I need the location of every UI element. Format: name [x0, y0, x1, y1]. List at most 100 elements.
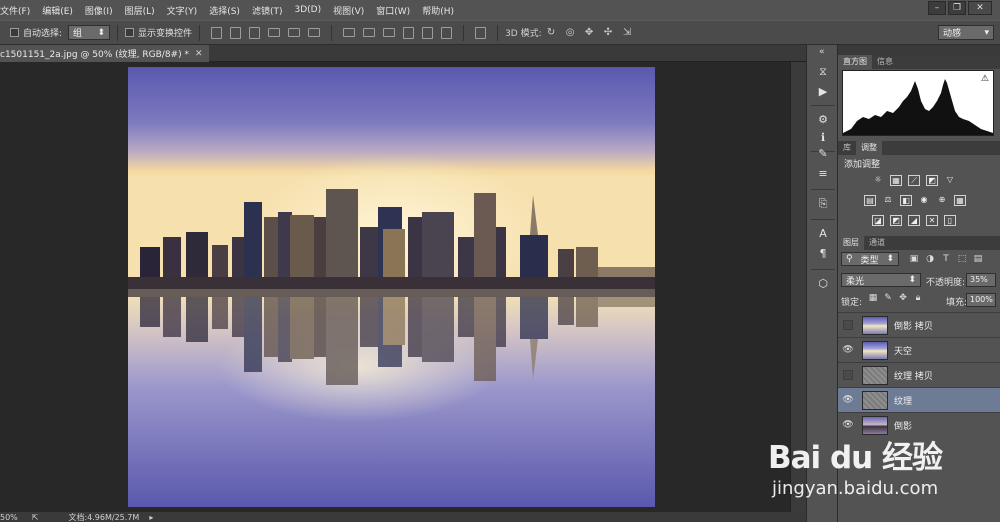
menu-edit[interactable]: 编辑(E)	[36, 4, 79, 17]
menu-select[interactable]: 选择(S)	[203, 4, 246, 17]
close-icon[interactable]: ✕	[968, 1, 992, 15]
levels-icon[interactable]: ▦	[890, 175, 902, 186]
zoom-level[interactable]: 50%	[0, 513, 18, 522]
rotate-3d-icon[interactable]: ↻	[545, 27, 558, 39]
brush-icon[interactable]: ✎	[883, 293, 893, 304]
layer-row[interactable]: 倒影 拷贝	[838, 312, 1000, 337]
drag-3d-icon[interactable]: ✥	[583, 27, 596, 39]
align-bottom-icon[interactable]	[249, 26, 261, 39]
tab-libraries[interactable]: 库	[838, 141, 856, 155]
auto-align-icon[interactable]	[475, 26, 487, 39]
align-vcenter-icon[interactable]	[230, 26, 242, 39]
tab-adjustments[interactable]: 调整	[856, 141, 882, 155]
collapse-icon[interactable]: «	[819, 47, 825, 57]
align-left-icon[interactable]	[268, 28, 281, 37]
brightness-icon[interactable]: ☼	[872, 175, 884, 186]
distribute-left-icon[interactable]	[403, 26, 415, 39]
history-icon[interactable]: ⧖	[815, 65, 831, 79]
tab-layers[interactable]: 图层	[838, 236, 864, 250]
invert-icon[interactable]: ◪	[872, 215, 884, 226]
visibility-toggle[interactable]: 👁︎	[838, 395, 858, 405]
auto-select-dropdown[interactable]: 组 ⬍	[68, 25, 111, 40]
image-filter-icon[interactable]: ▣	[908, 253, 920, 265]
slide-3d-icon[interactable]: ✣	[602, 27, 615, 39]
document-canvas[interactable]	[128, 67, 655, 507]
distribute-right-icon[interactable]	[441, 26, 453, 39]
curves-icon[interactable]: ⟋	[908, 175, 920, 186]
selective-color-icon[interactable]: ✕	[926, 215, 938, 226]
distribute-hcenter-icon[interactable]	[422, 26, 434, 39]
chevron-right-icon[interactable]: ▸	[149, 513, 153, 522]
paragraph-icon[interactable]: ¶	[815, 247, 831, 261]
scale-3d-icon[interactable]: ⇲	[621, 27, 634, 39]
warning-icon[interactable]: ⚠	[981, 74, 989, 84]
channel-mixer-icon[interactable]: ⊕	[936, 195, 948, 206]
posterize-icon[interactable]: ◩	[890, 215, 902, 226]
menu-3d[interactable]: 3D(D)	[288, 5, 327, 15]
black-white-icon[interactable]: ◧	[900, 195, 912, 206]
photo-filter-icon[interactable]: ◉	[918, 195, 930, 206]
color-lookup-icon[interactable]: ▦	[954, 195, 966, 206]
menu-type[interactable]: 文字(Y)	[161, 4, 204, 17]
layer-row[interactable]: 👁︎ 天空	[838, 337, 1000, 362]
align-right-icon[interactable]	[308, 28, 321, 37]
minimize-icon[interactable]: –	[928, 1, 946, 15]
layer-row[interactable]: 纹理 拷贝	[838, 362, 1000, 387]
menu-filter[interactable]: 滤镜(T)	[246, 4, 289, 17]
blend-mode-dropdown[interactable]: 柔光 ⬍	[841, 273, 921, 287]
close-icon[interactable]: ✕	[195, 49, 203, 59]
share-icon[interactable]: ⇱	[32, 513, 39, 522]
adjustment-filter-icon[interactable]: ◑	[924, 253, 936, 265]
tab-info[interactable]: 信息	[872, 55, 898, 69]
menu-image[interactable]: 图像(I)	[79, 4, 119, 17]
fill-input[interactable]: 100%	[966, 293, 996, 307]
menu-help[interactable]: 帮助(H)	[416, 4, 460, 17]
hue-saturation-icon[interactable]: ▤	[864, 195, 876, 206]
3d-cube-icon[interactable]: ⬡	[815, 277, 831, 291]
align-top-icon[interactable]	[211, 26, 223, 39]
visibility-toggle[interactable]	[838, 370, 858, 380]
clone-source-icon[interactable]: ⎘	[815, 197, 831, 211]
auto-select-checkbox[interactable]	[10, 28, 19, 37]
restore-icon[interactable]: ❐	[948, 1, 966, 15]
info-icon[interactable]: ℹ	[815, 131, 831, 145]
menu-layer[interactable]: 图层(L)	[119, 4, 161, 17]
threshold-icon[interactable]: ◢	[908, 215, 920, 226]
visibility-toggle[interactable]: 👁︎	[838, 345, 858, 355]
visibility-toggle[interactable]: 👁︎	[838, 420, 858, 430]
brush-presets-icon[interactable]: ≡	[815, 167, 831, 181]
type-filter-icon[interactable]: T	[940, 253, 952, 265]
document-tab[interactable]: c1501151_2a.jpg @ 50% (纹理, RGB/8#) * ✕	[0, 45, 209, 62]
tab-histogram[interactable]: 直方图	[838, 55, 872, 69]
vibrance-icon[interactable]: ▽	[944, 175, 956, 186]
opacity-input[interactable]: 35%	[966, 273, 996, 287]
gradient-map-icon[interactable]: ▯	[944, 215, 956, 226]
distribute-vcenter-icon[interactable]	[363, 28, 376, 37]
character-icon[interactable]: A	[815, 227, 831, 241]
document-size[interactable]: 文档:4.96M/25.7M	[68, 512, 139, 522]
smart-filter-icon[interactable]: ▤	[972, 253, 984, 265]
menu-file[interactable]: 文件(F)	[0, 4, 36, 17]
visibility-toggle[interactable]	[838, 320, 858, 330]
tab-channels[interactable]: 通道	[864, 236, 890, 250]
properties-icon[interactable]: ⚙	[815, 113, 831, 127]
color-balance-icon[interactable]: ⚖	[882, 195, 894, 206]
actions-icon[interactable]: ▶	[815, 85, 831, 99]
menu-window[interactable]: 窗口(W)	[370, 4, 416, 17]
auto-select-toggle[interactable]: 自动选择:	[10, 26, 62, 39]
exposure-icon[interactable]: ◩	[926, 175, 938, 186]
lock-pixels-icon[interactable]: ▦	[868, 293, 878, 304]
distribute-top-icon[interactable]	[343, 28, 356, 37]
layer-row-selected[interactable]: 👁︎ 纹理	[838, 387, 1000, 412]
distribute-bottom-icon[interactable]	[383, 28, 396, 37]
align-hcenter-icon[interactable]	[288, 28, 301, 37]
layer-filter-dropdown[interactable]: ⚲ 类型 ⬍	[841, 252, 899, 266]
workspace-dropdown[interactable]: 动感 ▾	[938, 25, 994, 40]
brush-icon[interactable]: ✎	[815, 147, 831, 161]
shape-filter-icon[interactable]: ⬚	[956, 253, 968, 265]
show-transform-toggle[interactable]: 显示变换控件	[125, 26, 192, 39]
show-transform-checkbox[interactable]	[125, 28, 135, 37]
menu-view[interactable]: 视图(V)	[327, 4, 370, 17]
roll-3d-icon[interactable]: ◎	[564, 27, 577, 39]
lock-icon[interactable]: 🔒︎	[913, 293, 923, 304]
